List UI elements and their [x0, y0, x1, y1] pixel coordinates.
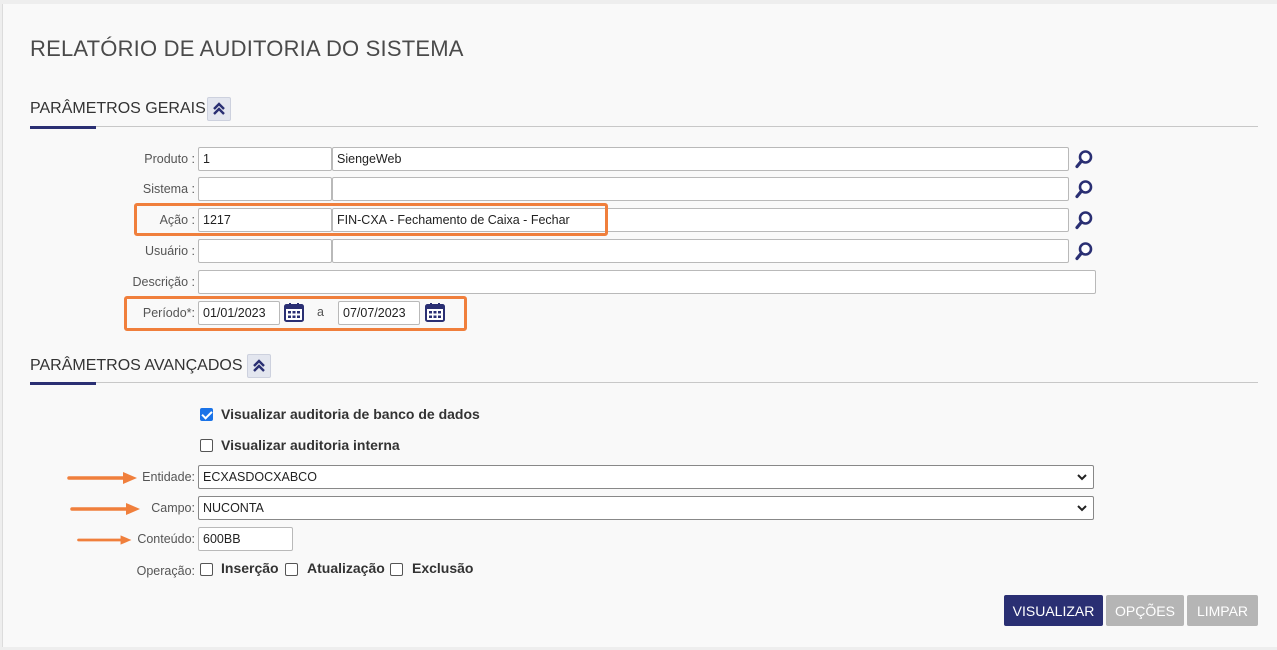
- section-title-advanced: PARÂMETROS AVANÇADOS: [30, 357, 243, 374]
- atualizacao-label: Atualização: [307, 560, 385, 576]
- usuario-lookup-button[interactable]: [1073, 240, 1095, 262]
- operacao-label: Operação:: [136, 564, 195, 578]
- sistema-lookup-button[interactable]: [1073, 178, 1095, 200]
- produto-code-input[interactable]: 1: [198, 147, 332, 171]
- produto-label: Produto :: [144, 152, 195, 166]
- acao-label: Ação :: [159, 213, 195, 227]
- arrow-right-icon: [77, 535, 132, 545]
- chevron-down-icon: [1077, 474, 1087, 481]
- section-divider: [96, 382, 1258, 383]
- calendar-icon[interactable]: [284, 302, 304, 322]
- periodo-separator: a: [317, 305, 324, 319]
- sistema-name-input[interactable]: [332, 177, 1069, 201]
- chevron-double-up-icon: [213, 102, 225, 115]
- descricao-label: Descrição :: [132, 275, 195, 289]
- campo-label: Campo:: [151, 501, 195, 515]
- acao-code-input[interactable]: 1217: [198, 208, 332, 232]
- magnifier-icon: [1075, 150, 1093, 169]
- atualizacao-checkbox[interactable]: [285, 563, 298, 576]
- exclusao-checkbox[interactable]: [390, 563, 403, 576]
- arrow-right-icon: [67, 472, 137, 484]
- usuario-code-input[interactable]: [198, 239, 332, 263]
- audit-internal-label: Visualizar auditoria interna: [221, 437, 400, 453]
- entidade-select[interactable]: ECXASDOCXABCO: [198, 465, 1094, 489]
- periodo-end-input[interactable]: 07/07/2023: [338, 301, 420, 325]
- visualizar-button[interactable]: VISUALIZAR: [1004, 595, 1103, 626]
- acao-name-input[interactable]: FIN-CXA - Fechamento de Caixa - Fechar: [332, 208, 1069, 232]
- insercao-label: Inserção: [221, 560, 279, 576]
- descricao-input[interactable]: [198, 270, 1096, 294]
- periodo-start-input[interactable]: 01/01/2023: [198, 301, 280, 325]
- produto-lookup-button[interactable]: [1073, 148, 1095, 170]
- campo-selected-value: NUCONTA: [203, 501, 264, 515]
- usuario-label: Usuário :: [144, 244, 195, 258]
- section-underline: [30, 126, 96, 129]
- entidade-selected-value: ECXASDOCXABCO: [203, 470, 317, 484]
- produto-name-input[interactable]: SiengeWeb: [332, 147, 1069, 171]
- sistema-code-input[interactable]: [198, 177, 332, 201]
- section-underline: [30, 382, 96, 385]
- entidade-label: Entidade:: [142, 470, 195, 484]
- collapse-advanced-button[interactable]: [247, 354, 271, 378]
- sistema-label: Sistema :: [142, 182, 195, 196]
- audit-db-checkbox[interactable]: [200, 408, 213, 421]
- limpar-button[interactable]: LIMPAR: [1187, 595, 1258, 626]
- magnifier-icon: [1075, 211, 1093, 230]
- campo-select[interactable]: NUCONTA: [198, 496, 1094, 520]
- chevron-double-up-icon: [253, 359, 265, 372]
- section-title-general: PARÂMETROS GERAIS: [30, 100, 206, 117]
- main-panel: RELATÓRIO DE AUDITORIA DO SISTEMA PARÂME…: [2, 4, 1277, 647]
- magnifier-icon: [1075, 180, 1093, 199]
- conteudo-label: Conteúdo:: [137, 532, 195, 546]
- calendar-icon[interactable]: [425, 302, 445, 322]
- magnifier-icon: [1075, 242, 1093, 261]
- collapse-general-button[interactable]: [207, 97, 231, 121]
- insercao-checkbox[interactable]: [200, 563, 213, 576]
- arrow-right-icon: [70, 503, 140, 515]
- exclusao-label: Exclusão: [412, 560, 474, 576]
- usuario-name-input[interactable]: [332, 239, 1069, 263]
- chevron-down-icon: [1077, 505, 1087, 512]
- acao-lookup-button[interactable]: [1073, 209, 1095, 231]
- conteudo-input[interactable]: 600BB: [198, 527, 293, 551]
- audit-internal-checkbox[interactable]: [200, 439, 213, 452]
- audit-db-label: Visualizar auditoria de banco de dados: [221, 406, 480, 422]
- periodo-label: Período*:: [142, 306, 195, 320]
- section-divider: [96, 126, 1258, 127]
- page-title: RELATÓRIO DE AUDITORIA DO SISTEMA: [30, 36, 464, 61]
- opcoes-button[interactable]: OPÇÕES: [1106, 595, 1184, 626]
